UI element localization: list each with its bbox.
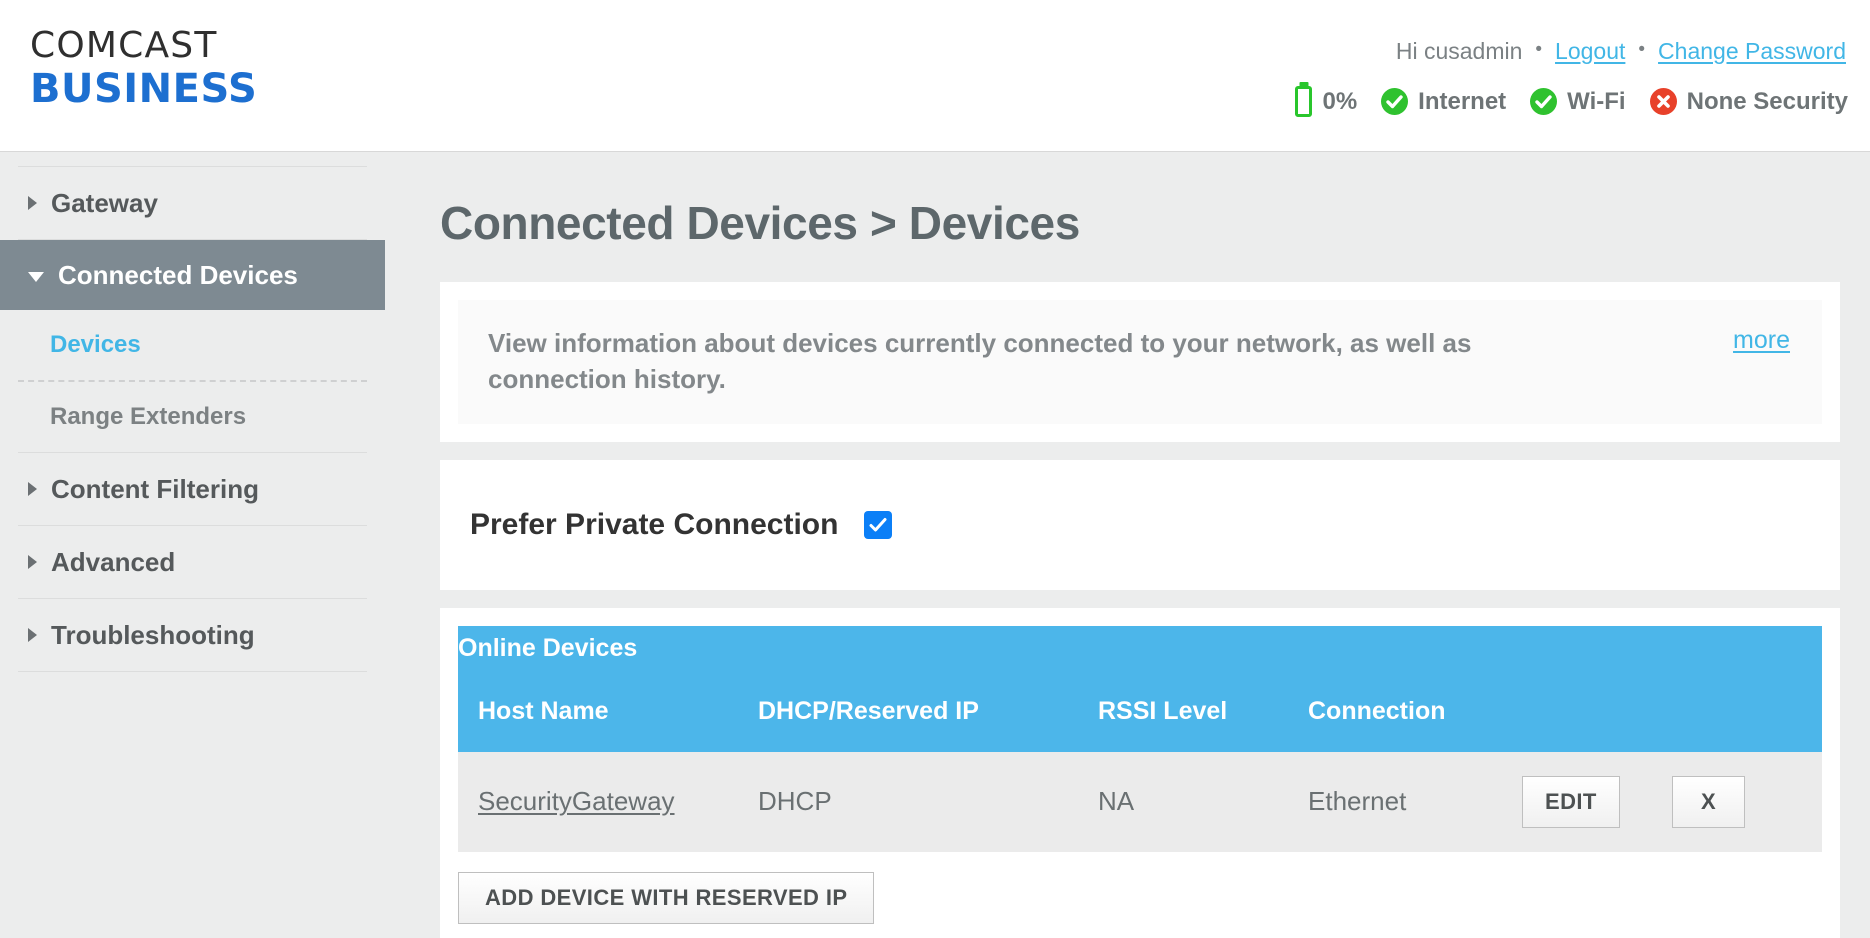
change-password-link[interactable]: Change Password (1658, 38, 1846, 65)
prefer-private-checkbox[interactable] (864, 510, 893, 539)
description-text: View information about devices currently… (488, 328, 1472, 394)
caret-right-icon (28, 482, 37, 496)
logo-line-business: BUSINESS (30, 66, 258, 112)
account-bar: Hi cusadmin • Logout • Change Password (1396, 38, 1846, 65)
device-name-link[interactable]: SecurityGateway (478, 786, 675, 816)
logout-link[interactable]: Logout (1555, 38, 1625, 65)
caret-down-icon (28, 272, 44, 282)
check-circle-icon (1381, 88, 1409, 115)
sidebar-subitem-label: Devices (50, 331, 141, 358)
cell-connection: Ethernet (1308, 751, 1522, 852)
sidebar-group-content-filtering: Content Filtering (18, 452, 367, 525)
caret-right-icon (28, 628, 37, 642)
internet-status-label: Internet (1418, 87, 1507, 115)
description-panel: View information about devices currently… (440, 282, 1840, 442)
status-security: None Security (1649, 87, 1848, 116)
cell-edit: EDIT (1522, 751, 1672, 852)
battery-icon (1295, 86, 1313, 117)
sidebar-item-connected-devices[interactable]: Connected Devices (0, 240, 385, 310)
sidebar-item-label: Troubleshooting (51, 619, 255, 650)
sidebar-item-label: Connected Devices (58, 259, 298, 290)
status-bar: 0% Internet Wi-Fi None Security (1271, 86, 1848, 117)
logo-line-comcast: COMCAST (30, 25, 218, 66)
cell-rssi-level: NA (1098, 751, 1308, 852)
description-box: View information about devices currently… (458, 300, 1822, 424)
status-internet: Internet (1381, 88, 1506, 116)
sidebar-item-label: Gateway (51, 187, 158, 218)
sidebar-bottom-divider (18, 671, 367, 672)
add-device-with-reserved-ip-button[interactable]: ADD DEVICE WITH RESERVED IP (458, 871, 875, 924)
comcast-business-logo[interactable]: COMCAST BUSINESS (30, 25, 258, 112)
online-devices-title: Online Devices (458, 625, 1822, 689)
delete-button[interactable]: X (1672, 775, 1746, 828)
column-header-edit (1522, 688, 1672, 752)
page-body: Gateway Connected Devices Devices Range … (0, 152, 1870, 938)
cell-host-name: SecurityGateway (458, 751, 758, 852)
sidebar-item-advanced[interactable]: Advanced (18, 526, 367, 598)
table-row: SecurityGateway DHCP NA Ethernet EDIT X (458, 751, 1822, 852)
sidebar-group-gateway: Gateway (18, 166, 367, 239)
online-devices-table-wrap: Online Devices Host Name DHCP/Reserved I… (440, 607, 1840, 852)
caret-right-icon (28, 555, 37, 569)
column-header-connection: Connection (1308, 688, 1522, 752)
prefer-private-row: Prefer Private Connection (440, 460, 1840, 590)
security-status-label: None Security (1686, 87, 1848, 115)
wifi-status-label: Wi-Fi (1567, 87, 1626, 115)
status-wifi: Wi-Fi (1530, 87, 1626, 116)
greeting-text: Hi cusadmin (1395, 38, 1523, 64)
sidebar-item-devices[interactable]: Devices (0, 310, 385, 380)
column-header-rssi-level: RSSI Level (1098, 688, 1308, 752)
prefer-private-panel: Prefer Private Connection (440, 459, 1840, 590)
battery-level-label: 0% (1322, 87, 1358, 115)
table-header-row: Host Name DHCP/Reserved IP RSSI Level Co… (458, 688, 1822, 752)
status-battery: 0% (1295, 86, 1357, 117)
column-header-dhcp-reserved-ip: DHCP/Reserved IP (758, 688, 1098, 752)
edit-button[interactable]: EDIT (1522, 775, 1620, 828)
caret-right-icon (28, 196, 37, 210)
bullet-separator-icon: • (1638, 38, 1646, 60)
page-title: Connected Devices > Devices (440, 197, 1080, 249)
sidebar-item-label: Content Filtering (51, 473, 259, 504)
page-header: COMCAST BUSINESS Hi cusadmin • Logout • … (0, 0, 1870, 152)
prefer-private-label: Prefer Private Connection (470, 507, 839, 541)
sidebar-group-troubleshooting: Troubleshooting (18, 598, 367, 671)
sidebar-item-troubleshooting[interactable]: Troubleshooting (18, 599, 367, 671)
add-device-row: ADD DEVICE WITH RESERVED IP (440, 851, 1840, 938)
x-circle-icon (1649, 88, 1677, 115)
sidebar-subitem-label: Range Extenders (50, 403, 247, 430)
table-title-row: Online Devices (458, 625, 1822, 689)
more-link[interactable]: more (1733, 326, 1790, 355)
check-circle-icon (1530, 88, 1558, 115)
column-header-host-name: Host Name (458, 688, 758, 752)
main-content: Connected Devices > Devices View informa… (385, 152, 1870, 938)
column-header-delete (1672, 688, 1822, 752)
online-devices-panel: Online Devices Host Name DHCP/Reserved I… (440, 607, 1840, 938)
online-devices-table: Online Devices Host Name DHCP/Reserved I… (458, 625, 1822, 852)
sidebar-item-label: Advanced (51, 546, 176, 577)
cell-dhcp-reserved-ip: DHCP (758, 751, 1098, 852)
checkmark-icon (869, 517, 887, 532)
sidebar-group-connected-devices: Connected Devices (0, 239, 385, 310)
cell-delete: X (1672, 751, 1822, 852)
sidebar-item-gateway[interactable]: Gateway (18, 167, 367, 239)
sidebar-group-advanced: Advanced (18, 525, 367, 598)
sidebar-item-content-filtering[interactable]: Content Filtering (18, 453, 367, 525)
sidebar-item-range-extenders[interactable]: Range Extenders (0, 382, 385, 452)
bullet-separator-icon: • (1535, 38, 1543, 60)
sidebar-nav: Gateway Connected Devices Devices Range … (0, 152, 385, 938)
